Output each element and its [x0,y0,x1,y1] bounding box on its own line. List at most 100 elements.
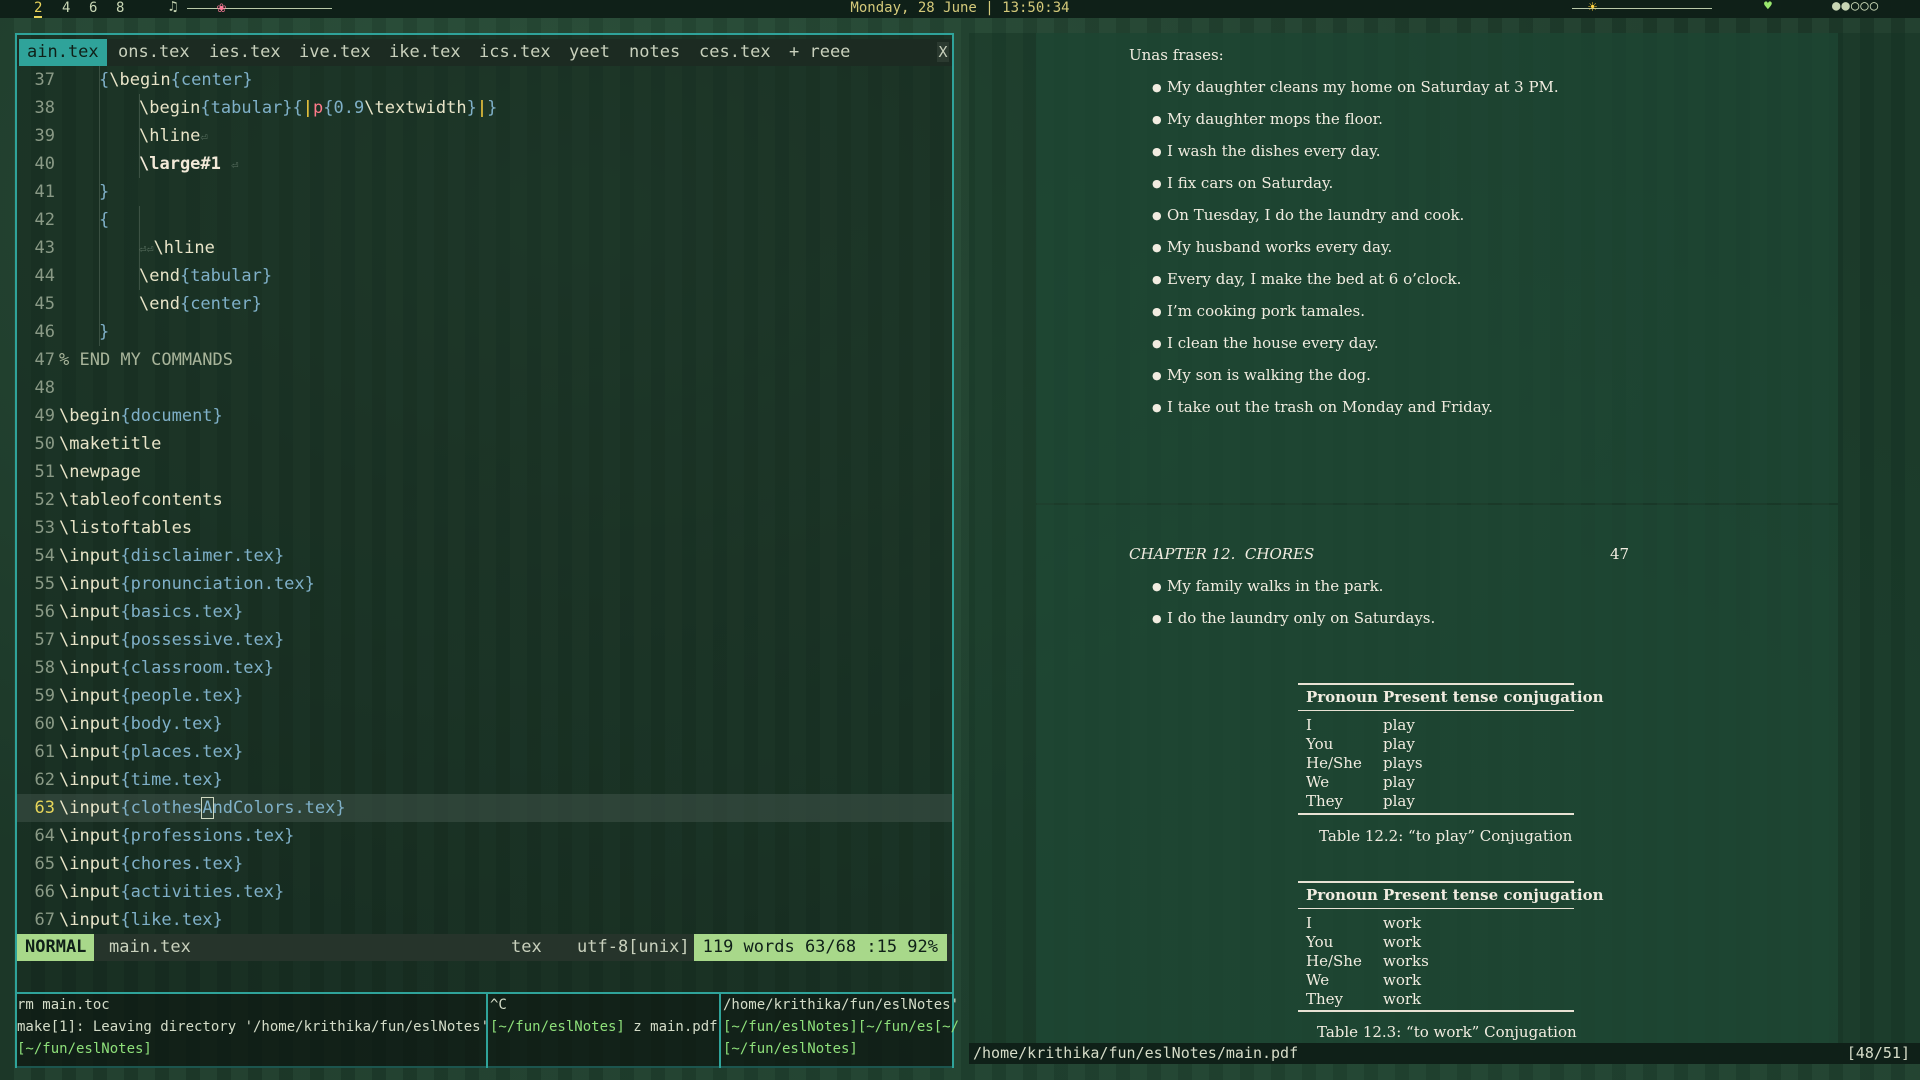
code-line: 58 \input{classroom.tex} [34,658,274,678]
bullet-icon: ● [1152,145,1162,158]
bullet-icon: ● [1152,612,1162,625]
code-line: 62 \input{time.tex} [34,770,223,790]
tab-ics-tex[interactable]: ics.tex [479,39,551,66]
code-line: 45 \end{center} [34,294,262,314]
list-item: I’m cooking pork tamales. [1167,302,1366,320]
bullet-icon: ● [1152,369,1162,382]
table-cell: play [1383,773,1415,791]
table-cell: plays [1383,754,1423,772]
tab-yeet[interactable]: yeet [569,39,610,66]
table-header: Present tense conjugation [1383,688,1604,706]
terminal-panes: rm main.toc make[1]: Leaving directory '… [17,992,959,1068]
code-line: 64 \input{professions.tex} [34,826,295,846]
shell-prompt: [~/fun/eslNotes] [490,1019,625,1035]
code-line: 41} [34,182,110,202]
table-cell: I [1306,716,1312,734]
bullet-icon: ● [1152,337,1162,350]
code-line: 65 \input{chores.tex} [34,854,244,874]
table-caption: Table 12.3: “to work” Conjugation [1317,1023,1577,1041]
table-cell: work [1383,914,1422,932]
bullet-icon: ● [1152,305,1162,318]
list-item: My husband works every day. [1167,238,1393,256]
sun-icon[interactable]: ☀ [1588,0,1597,16]
code-line: 48 [34,378,55,398]
vim-editor[interactable]: ain.tex ons.tex ies.tex ive.tex ike.tex … [15,33,959,1068]
list-item: My son is walking the dog. [1167,366,1371,384]
bullet-icon: ● [1152,177,1162,190]
code-line: 67 \input{like.tex} [34,910,223,930]
code-line: 44 \end{tabular} [34,266,273,286]
return-icon: ⏎⏎ [139,242,154,256]
return-icon: ⏎ [231,158,239,172]
return-icon: ⏎ [200,130,208,144]
code-line: 56 \input{basics.tex} [34,602,244,622]
code-line: 40 \large#1 ⏎ [34,154,239,174]
code-line: 47% END MY COMMANDS [34,350,233,370]
buffer-tabline: ain.tex ons.tex ies.tex ive.tex ike.tex … [17,39,952,66]
pdf-viewer[interactable]: Unas frases: ● My daughter cleans my home… [969,33,1920,1064]
pdf-file-path: /home/krithika/fun/eslNotes/main.pdf [973,1044,1299,1062]
bullet-icon: ● [1152,273,1162,286]
code-line: 52 \tableofcontents [34,490,223,510]
code-line: 43 ⏎⏎\hline [34,238,215,258]
dots-icon[interactable]: ●●○○○ [1832,0,1879,14]
pdf-intro: Unas frases: [1129,46,1224,64]
bullet-icon: ● [1152,580,1162,593]
table-cell: They [1306,990,1344,1008]
table-cell: work [1383,990,1422,1008]
table-cell: He/She [1306,754,1362,772]
pdf-page: CHAPTER 12. CHORES 47 ● My family walks i… [1036,505,1838,1045]
tab-ive-tex[interactable]: ive.tex [299,39,371,66]
terminal-pane-2[interactable]: ^C [~/fun/eslNotes] z main.pdf [490,994,719,1068]
pdf-page: Unas frases: ● My daughter cleans my home… [1036,33,1838,503]
tab-reee[interactable]: + reee [789,39,850,66]
table-header: Pronoun [1306,886,1378,904]
shell-prompt: [~/fun/eslNotes] [723,1041,858,1057]
table-cell: You [1306,933,1334,951]
code-line: 57 \input{possessive.tex} [34,630,285,650]
shell-prompt: [~/fun/eslNotes] [17,1041,152,1057]
terminal-pane-3[interactable]: /home/krithika/fun/eslNotes' [~/fun/eslN… [723,994,959,1068]
shell-command: z main.pdf [624,1019,718,1035]
mode-indicator: NORMAL [17,934,95,961]
code-line: 42{ [34,210,110,230]
code-area[interactable]: 37 {\begin{center} 38 \begin{tabular}{|p{0… [17,66,952,934]
list-item: My family walks in the park. [1167,577,1384,595]
code-line: 66 \input{activities.tex} [34,882,285,902]
table-cell: We [1306,773,1330,791]
table-header: Pronoun [1306,688,1378,706]
heart-icon: ♥ [1764,0,1772,14]
tab-ces-tex[interactable]: ces.tex [699,39,771,66]
list-item: I take out the trash on Monday and Frida… [1167,398,1493,416]
table-cell: play [1383,716,1415,734]
bullet-icon: ● [1152,401,1162,414]
list-item: My daughter cleans my home on Saturday a… [1167,78,1559,96]
tab-ike-tex[interactable]: ike.tex [389,39,461,66]
table-caption: Table 12.2: “to play” Conjugation [1319,827,1573,845]
pdf-statusbar: /home/krithika/fun/eslNotes/main.pdf [48… [969,1043,1920,1064]
table-header: Present tense conjugation [1383,886,1604,904]
close-tab-button[interactable]: X [937,42,949,62]
code-line: 55 \input{pronunciation.tex} [34,574,315,594]
list-item: On Tuesday, I do the laundry and cook. [1167,206,1465,224]
status-encoding: utf-8[unix] [577,937,690,957]
top-bar: 2 4 6 8 ♫ ❀ Monday, 28 June | 13:50:34 ☀… [0,0,1920,18]
pdf-page-indicator: [48/51] [1846,1044,1910,1062]
bullet-icon: ● [1152,209,1162,222]
table-cell: You [1306,735,1334,753]
bullet-icon: ● [1152,241,1162,254]
tab-notes[interactable]: notes [629,39,680,66]
list-item: I fix cars on Saturday. [1167,174,1334,192]
list-item: Every day, I make the bed at 6 o’clock. [1167,270,1462,288]
status-filetype: tex [511,937,542,957]
list-item: I clean the house every day. [1167,334,1379,352]
tab-ies-tex[interactable]: ies.tex [209,39,281,66]
code-line: 39 \hline⏎ [34,126,208,146]
tab-ons-tex[interactable]: ons.tex [118,39,190,66]
status-filename: main.tex [109,937,191,957]
pdf-page-number: 47 [1610,545,1630,563]
code-line-current: 63 \input{clothesAndColors.tex} [17,794,952,822]
tab-main-tex[interactable]: ain.tex [19,39,107,66]
terminal-pane-1[interactable]: rm main.toc make[1]: Leaving directory '… [17,994,489,1068]
code-line: 50 \maketitle [34,434,162,454]
